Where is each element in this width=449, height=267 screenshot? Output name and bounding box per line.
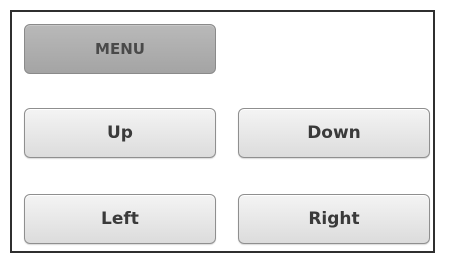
menu-button[interactable]: MENU: [24, 24, 216, 74]
left-button[interactable]: Left: [24, 194, 216, 244]
right-button[interactable]: Right: [238, 194, 430, 244]
up-button[interactable]: Up: [24, 108, 216, 158]
down-button[interactable]: Down: [238, 108, 430, 158]
control-panel: MENU Up Down Left Right: [10, 10, 435, 253]
